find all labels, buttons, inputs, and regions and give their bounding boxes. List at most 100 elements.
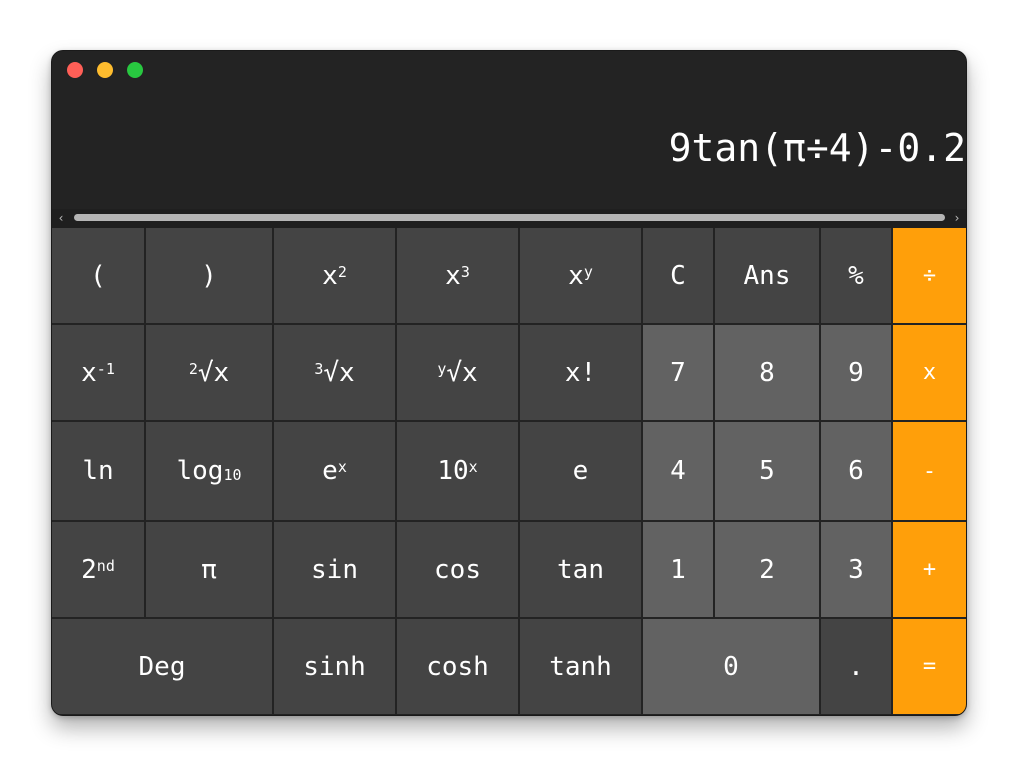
nth-root-index: y xyxy=(437,359,447,378)
reciprocal-exponent: -1 xyxy=(96,359,115,378)
factorial-label: x! xyxy=(564,357,597,388)
digit-0-key[interactable]: 0 xyxy=(643,619,821,714)
digit-5-label: 5 xyxy=(759,456,775,486)
divide-key[interactable]: ÷ xyxy=(893,228,966,325)
exp-key[interactable]: ex xyxy=(274,422,397,522)
ans-label: Ans xyxy=(743,260,791,291)
power-key[interactable]: xy xyxy=(520,228,643,325)
maximize-window-button[interactable] xyxy=(127,62,143,78)
multiply-label: x xyxy=(922,360,937,385)
decimal-key[interactable]: . xyxy=(821,619,893,714)
scroll-left-arrow-icon[interactable]: ‹ xyxy=(54,209,68,228)
open-paren-label: ( xyxy=(90,260,106,291)
close-window-button[interactable] xyxy=(67,62,83,78)
square-key[interactable]: x2 xyxy=(274,228,397,325)
log10-subscript: 10 xyxy=(223,466,242,484)
euler-key[interactable]: e xyxy=(520,422,643,522)
cube-root-key[interactable]: 3 √x xyxy=(274,325,397,422)
digit-8-label: 8 xyxy=(759,357,775,388)
minimize-window-button[interactable] xyxy=(97,62,113,78)
percent-label: % xyxy=(848,260,864,291)
power-base: x xyxy=(568,260,584,291)
square-root-index: 2 xyxy=(188,359,198,378)
power-exponent: y xyxy=(583,262,593,281)
calculator-window: 9tan(π÷4)-0.2 ‹ › ( ) x2 x3 xy C Ans % ÷… xyxy=(51,50,967,716)
digit-2-key[interactable]: 2 xyxy=(715,522,821,619)
plus-label: + xyxy=(922,557,937,582)
equals-key[interactable]: = xyxy=(893,619,966,714)
tanh-key[interactable]: tanh xyxy=(520,619,643,714)
digit-4-key[interactable]: 4 xyxy=(643,422,715,522)
minus-key[interactable]: - xyxy=(893,422,966,522)
scroll-right-arrow-icon[interactable]: › xyxy=(950,209,964,228)
cube-exponent: 3 xyxy=(460,262,470,281)
square-root-label: √x xyxy=(197,357,230,388)
divide-label: ÷ xyxy=(922,263,937,288)
digit-1-key[interactable]: 1 xyxy=(643,522,715,619)
expression-display: 9tan(π÷4)-0.2 xyxy=(668,126,966,170)
digit-3-key[interactable]: 3 xyxy=(821,522,893,619)
digit-3-label: 3 xyxy=(848,554,864,585)
digit-4-label: 4 xyxy=(670,456,686,486)
digit-9-label: 9 xyxy=(848,357,864,388)
euler-label: e xyxy=(572,456,589,486)
cube-root-label: √x xyxy=(323,357,355,388)
tan-key[interactable]: tan xyxy=(520,522,643,619)
reciprocal-key[interactable]: x -1 xyxy=(52,325,146,422)
percent-key[interactable]: % xyxy=(821,228,893,325)
log10-key[interactable]: log 10 xyxy=(146,422,274,522)
clear-key[interactable]: C xyxy=(643,228,715,325)
digit-5-key[interactable]: 5 xyxy=(715,422,821,522)
plus-key[interactable]: + xyxy=(893,522,966,619)
sinh-key[interactable]: sinh xyxy=(274,619,397,714)
log10-base: log xyxy=(176,456,224,486)
square-exponent: 2 xyxy=(337,262,347,281)
pi-label: π xyxy=(201,554,217,585)
cosh-label: cosh xyxy=(426,651,489,682)
digit-8-key[interactable]: 8 xyxy=(715,325,821,422)
ten-power-base: 10 xyxy=(437,456,469,486)
factorial-key[interactable]: x! xyxy=(520,325,643,422)
pi-key[interactable]: π xyxy=(146,522,274,619)
cos-key[interactable]: cos xyxy=(397,522,520,619)
square-root-key[interactable]: 2 √x xyxy=(146,325,274,422)
keypad: ( ) x2 x3 xy C Ans % ÷ x -1 2 √x 3 √x y √x x… xyxy=(52,228,966,714)
display-scrollbar[interactable]: ‹ › xyxy=(52,209,966,228)
square-base: x xyxy=(322,260,338,291)
minus-label: - xyxy=(922,458,937,484)
scrollbar-thumb[interactable] xyxy=(74,214,945,221)
ans-key[interactable]: Ans xyxy=(715,228,821,325)
digit-9-key[interactable]: 9 xyxy=(821,325,893,422)
ln-key[interactable]: ln xyxy=(52,422,146,522)
ten-power-key[interactable]: 10 x xyxy=(397,422,520,522)
open-paren-key[interactable]: ( xyxy=(52,228,146,325)
digit-6-label: 6 xyxy=(848,456,864,486)
multiply-key[interactable]: x xyxy=(893,325,966,422)
digit-7-key[interactable]: 7 xyxy=(643,325,715,422)
second-base: 2 xyxy=(81,554,97,585)
ten-power-exponent: x xyxy=(468,458,478,476)
close-paren-label: ) xyxy=(201,260,217,291)
cube-base: x xyxy=(445,260,461,291)
deg-label: Deg xyxy=(138,651,186,682)
second-function-key[interactable]: 2nd xyxy=(52,522,146,619)
exp-exponent: x xyxy=(337,458,347,476)
tan-label: tan xyxy=(557,554,604,585)
digit-6-key[interactable]: 6 xyxy=(821,422,893,522)
digit-2-label: 2 xyxy=(759,554,775,585)
nth-root-key[interactable]: y √x xyxy=(397,325,520,422)
equals-label: = xyxy=(922,654,937,679)
exp-base: e xyxy=(322,456,338,486)
cube-root-index: 3 xyxy=(314,359,324,378)
close-paren-key[interactable]: ) xyxy=(146,228,274,325)
cosh-key[interactable]: cosh xyxy=(397,619,520,714)
digit-1-label: 1 xyxy=(670,554,686,585)
deg-mode-key[interactable]: Deg xyxy=(52,619,274,714)
clear-label: C xyxy=(670,260,686,291)
tanh-label: tanh xyxy=(549,651,612,682)
sinh-label: sinh xyxy=(303,651,366,682)
cube-key[interactable]: x3 xyxy=(397,228,520,325)
sin-key[interactable]: sin xyxy=(274,522,397,619)
second-suffix: nd xyxy=(96,556,115,575)
reciprocal-base: x xyxy=(81,357,97,388)
